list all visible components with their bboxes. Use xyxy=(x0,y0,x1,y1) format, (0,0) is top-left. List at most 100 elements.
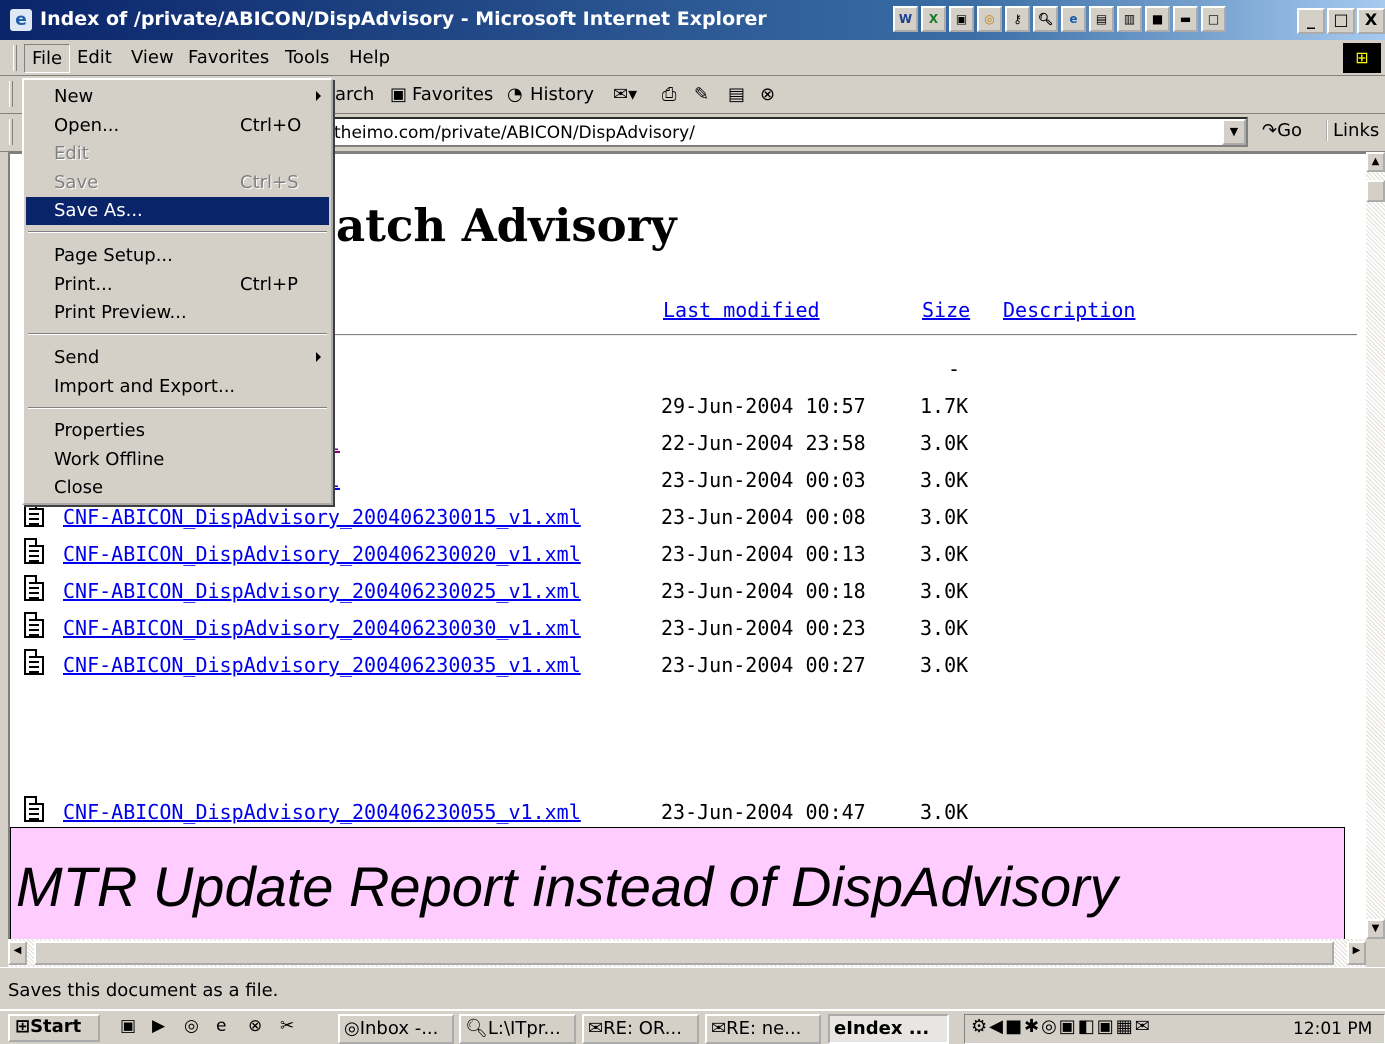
maximize-button[interactable]: □ xyxy=(1327,8,1355,34)
task-mail-1-label: RE: OR... xyxy=(603,1018,682,1039)
vertical-scroll-thumb[interactable] xyxy=(1366,180,1385,202)
quick-launch-media-icon[interactable]: ▶ xyxy=(152,1016,165,1036)
address-input[interactable]: theimo.com/private/ABICON/DispAdvisory/ … xyxy=(290,117,1248,147)
search-button[interactable]: arch xyxy=(335,84,374,105)
import-export-label: Import and Export... xyxy=(54,376,236,397)
vertical-scrollbar[interactable]: ▲ ▼ xyxy=(1366,152,1385,939)
file-menu-save-as[interactable]: Save As... xyxy=(26,197,329,225)
ie-icon[interactable]: e xyxy=(1061,6,1086,32)
task-inbox[interactable]: ◎Inbox -... xyxy=(338,1014,454,1044)
file-date: 29-Jun-2004 10:57 xyxy=(661,394,866,418)
file-menu-send[interactable]: Send xyxy=(26,344,329,372)
favorites-icon[interactable]: ▣ xyxy=(390,84,407,105)
sort-last-modified-link[interactable]: Last modified xyxy=(663,298,820,322)
menu-tools[interactable]: Tools xyxy=(285,47,329,68)
minimize-button[interactable]: _ xyxy=(1297,8,1325,34)
file-icon[interactable] xyxy=(24,612,44,638)
file-link[interactable]: CNF-ABICON_DispAdvisory_200406230025_v1.… xyxy=(63,579,581,603)
print-preview-label: Print Preview... xyxy=(54,302,187,323)
file-icon[interactable] xyxy=(24,649,44,675)
mail-icon[interactable]: ✉▾ xyxy=(613,84,637,105)
edit-label: Edit xyxy=(54,143,89,164)
quick-launch-desktop-icon[interactable]: ▣ xyxy=(120,1016,136,1036)
file-size: 3.0K xyxy=(920,579,969,603)
file-menu-work-offline[interactable]: Work Offline xyxy=(26,446,329,474)
quick-launch-app-icon[interactable]: ⊗ xyxy=(248,1016,262,1036)
file-menu-save: Save Ctrl+S xyxy=(26,169,329,197)
task-mail-2[interactable]: ✉RE: ne... xyxy=(705,1014,821,1044)
close-button[interactable]: X xyxy=(1357,8,1385,34)
task-explorer[interactable]: 🔍︎L:\ITpr... xyxy=(459,1014,576,1044)
horizontal-scrollbar[interactable]: ◀ ▶ xyxy=(8,939,1366,967)
menubar-grip[interactable] xyxy=(13,45,17,71)
task-mail-1[interactable]: ✉RE: OR... xyxy=(582,1014,699,1044)
menu-view[interactable]: View xyxy=(131,47,174,68)
file-icon[interactable] xyxy=(24,538,44,564)
app-icon[interactable]: ▤ xyxy=(1089,6,1114,32)
scroll-right-button[interactable]: ▶ xyxy=(1347,941,1366,965)
history-icon[interactable]: ◔ xyxy=(507,84,523,105)
links-button[interactable]: Links xyxy=(1326,120,1379,141)
scroll-down-button[interactable]: ▼ xyxy=(1366,919,1385,939)
file-menu-print-preview[interactable]: Print Preview... xyxy=(26,299,329,327)
file-menu-import-export[interactable]: Import and Export... xyxy=(26,373,329,401)
file-menu-close[interactable]: Close xyxy=(26,474,329,502)
excel-icon[interactable]: X xyxy=(921,6,946,32)
horizontal-scroll-thumb[interactable] xyxy=(34,941,1334,965)
file-menu-properties[interactable]: Properties xyxy=(26,417,329,445)
file-link[interactable]: CNF-ABICON_DispAdvisory_200406230015_v1.… xyxy=(63,505,581,529)
page-title: atch Advisory xyxy=(336,199,677,252)
go-button[interactable]: ↷Go xyxy=(1262,120,1302,141)
sort-description-link[interactable]: Description xyxy=(1003,298,1135,322)
ie-logo-icon: e xyxy=(10,9,32,31)
outlook-icon[interactable]: ◎ xyxy=(977,6,1002,32)
file-link[interactable]: CNF-ABICON_DispAdvisory_200406230035_v1.… xyxy=(63,653,581,677)
clock[interactable]: 12:01 PM xyxy=(1293,1019,1372,1039)
quick-launch-app-icon[interactable]: ✂ xyxy=(280,1016,294,1036)
file-icon[interactable] xyxy=(24,796,44,822)
word-icon[interactable]: W xyxy=(893,6,918,32)
file-size: 3.0K xyxy=(920,542,969,566)
file-link[interactable]: CNF-ABICON_DispAdvisory_200406230020_v1.… xyxy=(63,542,581,566)
menu-help[interactable]: Help xyxy=(349,47,390,68)
window-icon[interactable]: □ xyxy=(1201,6,1226,32)
app-icon[interactable]: ▣ xyxy=(949,6,974,32)
scroll-left-button[interactable]: ◀ xyxy=(8,941,27,965)
toolbar-grip[interactable] xyxy=(9,81,13,107)
app-icon[interactable]: ■ xyxy=(1145,6,1170,32)
print-icon[interactable]: ⎙ xyxy=(662,84,676,105)
edit-icon[interactable]: ✎ xyxy=(694,84,709,105)
window-title: Index of /private/ABICON/DispAdvisory - … xyxy=(40,8,767,30)
search-icon[interactable]: 🔍︎ xyxy=(1033,6,1058,32)
addressbar-grip[interactable] xyxy=(9,119,13,145)
stop-icon[interactable]: ⊗ xyxy=(760,84,775,105)
address-url[interactable]: theimo.com/private/ABICON/DispAdvisory/ xyxy=(334,123,695,143)
menu-file[interactable]: File xyxy=(24,44,71,73)
quick-launch-outlook-icon[interactable]: ◎ xyxy=(184,1016,199,1036)
quick-launch-ie-icon[interactable]: e xyxy=(216,1016,226,1036)
tray-icons[interactable]: ⚙◀■✱◎▣◧▣▦✉ xyxy=(971,1016,1152,1037)
menu-separator xyxy=(28,407,327,409)
history-button[interactable]: History xyxy=(530,84,594,105)
discuss-icon[interactable]: ▤ xyxy=(728,84,745,105)
file-menu-new[interactable]: New xyxy=(26,83,329,111)
start-button[interactable]: ⊞Start xyxy=(8,1014,100,1042)
file-menu-open[interactable]: Open... Ctrl+O xyxy=(26,112,329,140)
address-dropdown-button[interactable]: ▼ xyxy=(1222,119,1246,145)
page-setup-label: Page Setup... xyxy=(54,245,173,266)
app-icon[interactable]: ▥ xyxy=(1117,6,1142,32)
command-prompt-icon[interactable]: ▬ xyxy=(1173,6,1198,32)
task-index[interactable]: eIndex ... xyxy=(828,1014,949,1044)
scroll-up-button[interactable]: ▲ xyxy=(1366,152,1385,172)
file-icon[interactable] xyxy=(24,575,44,601)
file-menu-print[interactable]: Print... Ctrl+P xyxy=(26,271,329,299)
file-link[interactable]: CNF-ABICON_DispAdvisory_200406230030_v1.… xyxy=(63,616,581,640)
favorites-button[interactable]: Favorites xyxy=(412,84,493,105)
file-link[interactable]: CNF-ABICON_DispAdvisory_200406230055_v1.… xyxy=(63,800,581,824)
menu-edit[interactable]: Edit xyxy=(77,47,112,68)
key-icon[interactable]: ⚷ xyxy=(1005,6,1030,32)
file-menu-page-setup[interactable]: Page Setup... xyxy=(26,242,329,270)
sort-size-link[interactable]: Size xyxy=(922,298,970,322)
file-size: 3.0K xyxy=(920,468,969,492)
menu-favorites[interactable]: Favorites xyxy=(188,47,269,68)
